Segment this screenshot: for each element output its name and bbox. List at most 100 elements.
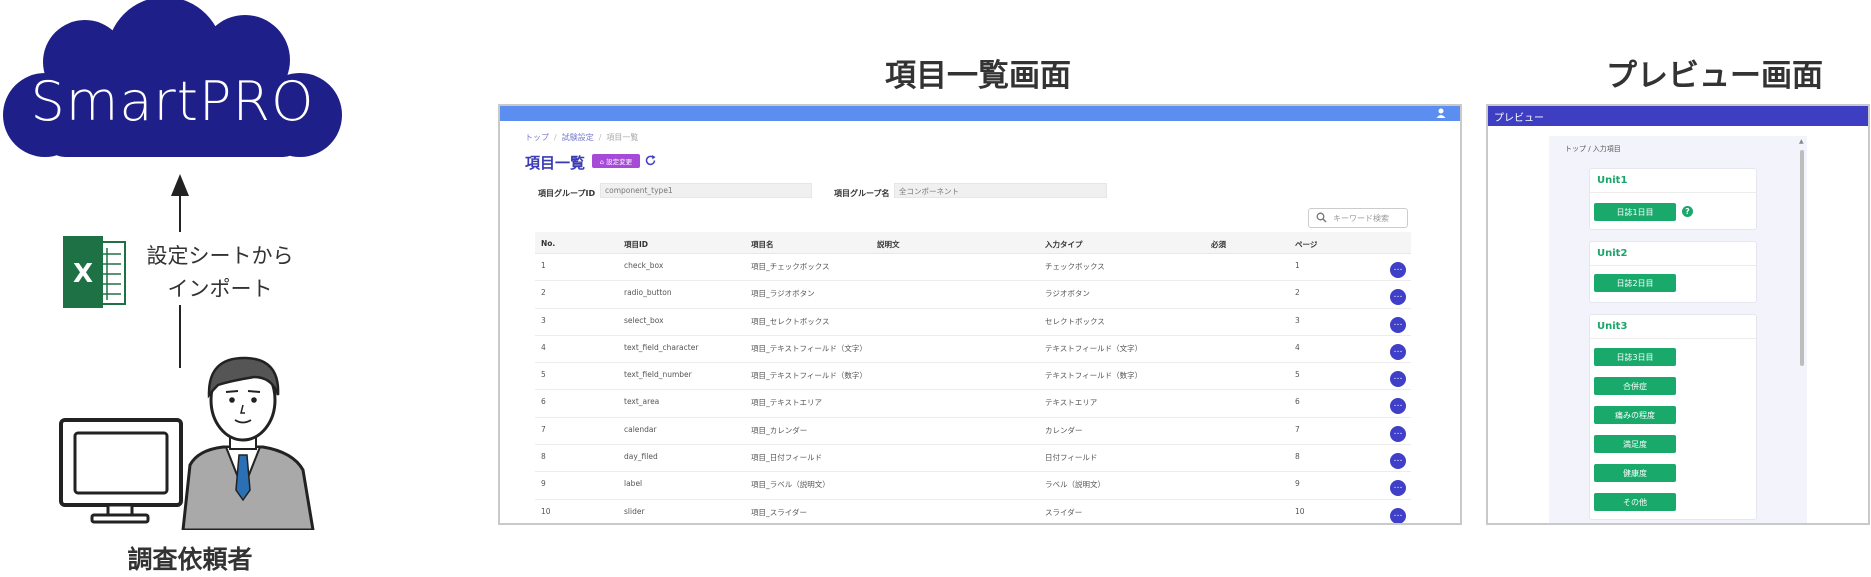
cell-page: 6	[1295, 397, 1300, 407]
table-row: 9 label 項目_ラベル（説明文） ラベル（説明文） 9…	[535, 472, 1411, 500]
unit-button[interactable]: 合併症	[1594, 377, 1676, 395]
breadcrumb-settings[interactable]: 試験設定	[562, 133, 594, 142]
page-title: 項目一覧	[525, 154, 586, 172]
table-row: 6 text_area 項目_テキストエリア テキストエリア 6…	[535, 390, 1411, 418]
breadcrumb-top[interactable]: トップ	[525, 133, 549, 142]
cell-page: 5	[1295, 370, 1300, 380]
cell-item-id: calendar	[624, 424, 657, 434]
excel-icon: X	[63, 236, 126, 308]
col-required: 必須	[1211, 240, 1226, 249]
table-row: 7 calendar 項目_カレンダー カレンダー 7…	[535, 418, 1411, 446]
import-label-line1: 設定シートから	[146, 244, 294, 268]
requester-label: 調査依頼者	[127, 545, 253, 574]
unit-button[interactable]: 痛みの程度	[1594, 406, 1676, 424]
col-page: ページ	[1295, 240, 1318, 249]
cell-item-name: 項目_ラジオボタン	[751, 289, 815, 299]
col-item-id: 項目ID	[624, 240, 649, 249]
cell-input-type: スライダー	[1045, 507, 1083, 517]
cell-input-type: テキストエリア	[1045, 398, 1098, 408]
unit-button[interactable]: その他	[1594, 493, 1676, 511]
table-row: 5 text_field_number 項目_テキストフィールド（数字） テキストフィ…	[535, 363, 1411, 391]
cell-item-name: 項目_セレクトボックス	[751, 316, 830, 326]
cell-no: 2	[541, 288, 546, 298]
row-more-button[interactable]: …	[1390, 425, 1406, 442]
cell-no: 6	[541, 397, 546, 407]
row-more-button[interactable]: …	[1390, 371, 1406, 388]
unit-button[interactable]: 健康度	[1594, 464, 1676, 482]
item-list-screen: トップ / 試験設定 / 項目一覧 項目一覧 ⌂ 設定変更 項目グループID compo…	[498, 104, 1462, 525]
breadcrumb: トップ / 試験設定 / 項目一覧	[525, 133, 639, 142]
cell-item-name: 項目_ラベル（説明文）	[751, 480, 830, 490]
row-more-button[interactable]: …	[1390, 480, 1406, 497]
scroll-thumb[interactable]	[1800, 150, 1804, 366]
unit-button[interactable]: 日誌1日目	[1594, 203, 1676, 221]
cell-no: 4	[541, 342, 546, 352]
cell-page: 3	[1295, 315, 1300, 325]
user-icon[interactable]	[1436, 108, 1446, 118]
cell-page: 1	[1295, 261, 1300, 270]
group-name-field: 全コンポーネント	[894, 183, 1107, 198]
cell-input-type: セレクトボックス	[1045, 316, 1105, 326]
table-header: No. 項目ID 項目名 説明文 入力タイプ 必須 ページ	[535, 232, 1411, 254]
row-more-button[interactable]: …	[1390, 398, 1406, 415]
refresh-icon[interactable]	[644, 154, 657, 167]
cell-page: 4	[1295, 342, 1300, 352]
preview-content: トップ / 入力項目 Unit1 日誌1日目 ? Unit2 日誌2日目 Uni…	[1549, 136, 1807, 523]
table-row: 1 check_box 項目_チェックボックス チェックボックス 1…	[535, 254, 1411, 282]
unit-card-3: Unit3 日誌3日目 合併症 痛みの程度 満足度 健康度 その他	[1589, 314, 1757, 520]
cell-item-id: day_filed	[624, 452, 658, 462]
row-more-button[interactable]: …	[1390, 316, 1406, 333]
cell-input-type: ラベル（説明文）	[1045, 480, 1105, 490]
import-label-line2: インポート	[167, 277, 273, 301]
unit-button[interactable]: 日誌3日目	[1594, 348, 1676, 366]
row-more-button[interactable]: …	[1390, 507, 1406, 523]
cell-item-id: text_field_number	[624, 370, 692, 380]
cell-no: 5	[541, 370, 546, 380]
preview-scrollbar[interactable]: ▲	[1799, 138, 1805, 523]
row-more-button[interactable]: …	[1390, 289, 1406, 306]
row-more-button[interactable]: …	[1390, 343, 1406, 360]
table-row: 2 radio_button 項目_ラジオボタン ラジオボタン 2…	[535, 281, 1411, 309]
row-more-button[interactable]: …	[1390, 262, 1406, 278]
preview-screen-title: プレビュー画面	[1606, 58, 1823, 94]
cell-input-type: 日付フィールド	[1045, 453, 1098, 463]
preview-screen: プレビュー トップ / 入力項目 Unit1 日誌1日目 ? Unit2 日誌2…	[1486, 104, 1870, 525]
group-id-field: component_type1	[600, 183, 812, 198]
group-id-label: 項目グループID	[538, 189, 596, 198]
table-row: 8 day_filed 項目_日付フィールド 日付フィールド 8…	[535, 445, 1411, 473]
cell-item-name: 項目_カレンダー	[751, 425, 808, 435]
cell-item-name: 項目_日付フィールド	[751, 453, 823, 463]
cell-item-id: text_field_character	[624, 342, 699, 352]
cell-item-name: 項目_テキストフィールド（数字）	[751, 371, 867, 381]
cell-item-name: 項目_テキストフィールド（文字）	[751, 343, 867, 353]
help-icon[interactable]: ?	[1682, 206, 1693, 217]
col-no: No.	[541, 239, 556, 248]
cell-item-name: 項目_チェックボックス	[751, 262, 830, 271]
setting-change-button[interactable]: ⌂ 設定変更	[592, 154, 640, 168]
col-item-name: 項目名	[751, 240, 774, 249]
svg-text:X: X	[73, 259, 93, 289]
table-row: 10 slider 項目_スライダー スライダー 10…	[535, 500, 1411, 523]
preview-topbar: プレビュー	[1488, 106, 1868, 126]
item-table: No. 項目ID 項目名 説明文 入力タイプ 必須 ページ 1 check_box…	[535, 232, 1411, 523]
cloud-label: SmartPRO	[30, 70, 315, 133]
unit-button[interactable]: 日誌2日目	[1594, 274, 1676, 292]
cell-page: 9	[1295, 479, 1300, 489]
cell-page: 10	[1295, 506, 1305, 516]
col-input-type: 入力タイプ	[1045, 240, 1083, 249]
search-icon	[1316, 212, 1327, 223]
cell-no: 7	[541, 424, 546, 434]
unit-card-2: Unit2 日誌2日目	[1589, 241, 1757, 303]
unit-button[interactable]: 満足度	[1594, 435, 1676, 453]
cell-page: 7	[1295, 424, 1300, 434]
unit-title: Unit1	[1597, 175, 1628, 186]
cell-item-id: check_box	[624, 261, 664, 270]
table-body: 1 check_box 項目_チェックボックス チェックボックス 1 … 2 radio_bu…	[535, 254, 1411, 523]
unit-card-1: Unit1 日誌1日目 ?	[1589, 168, 1757, 230]
preview-breadcrumb[interactable]: トップ / 入力項目	[1565, 144, 1621, 154]
cell-no: 10	[541, 506, 551, 516]
cell-item-id: select_box	[624, 315, 664, 325]
cell-item-name: 項目_スライダー	[751, 507, 807, 517]
row-more-button[interactable]: …	[1390, 453, 1406, 470]
unit-title: Unit3	[1597, 321, 1628, 332]
